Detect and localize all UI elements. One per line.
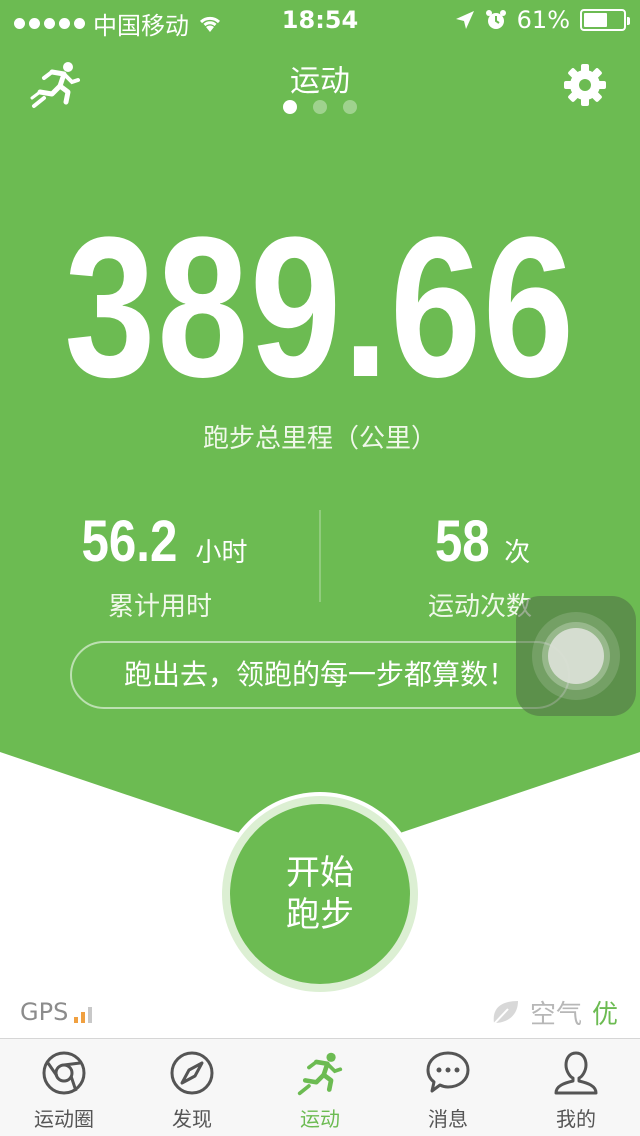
air-label: 空气 <box>529 1000 582 1030</box>
stat-sessions-value: 58 <box>434 509 490 574</box>
person-icon <box>554 1051 598 1095</box>
battery-percent: 61% <box>516 6 570 34</box>
tab-sport[interactable]: 运动 <box>256 1039 384 1136</box>
circle-lens-icon <box>42 1051 86 1095</box>
tab-messages[interactable]: 消息 <box>384 1039 512 1136</box>
tab-discover[interactable]: 发现 <box>128 1039 256 1136</box>
tab-profile[interactable]: 我的 <box>512 1039 640 1136</box>
status-bar: 中国移动 18:54 61% <box>0 0 640 40</box>
tab-bar: 运动圈 发现 运动 消息 我的 <box>0 1038 640 1136</box>
stat-duration-value: 56.2 <box>81 509 177 574</box>
page-dot[interactable] <box>313 100 327 114</box>
runner-icon <box>297 1052 343 1096</box>
page-dot[interactable] <box>343 100 357 114</box>
chat-bubble-icon <box>426 1051 470 1093</box>
total-distance-value: 389.66 <box>64 196 576 419</box>
start-button-line1: 开始 <box>286 853 354 893</box>
gps-label: GPS <box>20 998 69 1026</box>
stat-duration: 56.2 小时 累计用时 <box>0 512 320 623</box>
start-running-button[interactable]: 开始 跑步 <box>230 804 410 984</box>
compass-icon <box>170 1051 214 1095</box>
location-arrow-icon <box>455 11 474 29</box>
tab-label: 运动圈 <box>34 1107 94 1131</box>
assistive-touch-button[interactable] <box>516 596 636 716</box>
stat-sessions-unit: 次 <box>504 538 531 568</box>
gps-signal-icon <box>74 1005 93 1023</box>
nav-bar: 运动 <box>0 44 640 134</box>
tab-label: 运动 <box>300 1107 340 1131</box>
battery-level-fill <box>584 13 608 27</box>
start-button-frame: 开始 跑步 <box>218 792 422 996</box>
tab-label: 消息 <box>428 1107 468 1131</box>
air-quality-value: 优 <box>591 1000 618 1030</box>
gear-icon[interactable] <box>564 64 606 106</box>
status-right: 61% <box>455 6 630 34</box>
total-distance-label: 跑步总里程（公里） <box>202 424 437 454</box>
air-quality: 空气 优 <box>490 994 618 1031</box>
tab-label: 我的 <box>556 1107 596 1131</box>
leaf-icon <box>491 1000 518 1027</box>
alarm-clock-icon <box>485 10 506 29</box>
start-button-ring: 开始 跑步 <box>222 796 418 992</box>
gps-status: GPS <box>20 998 93 1026</box>
stat-duration-unit: 小时 <box>195 538 248 568</box>
slogan-banner[interactable]: 跑出去，领跑的每一步都算数！ <box>70 641 570 709</box>
battery-icon <box>580 9 630 31</box>
tab-circle[interactable]: 运动圈 <box>0 1039 128 1136</box>
tab-label: 发现 <box>172 1107 212 1131</box>
start-button-line2: 跑步 <box>286 895 354 935</box>
page-title: 运动 <box>290 64 350 99</box>
stat-duration-label: 累计用时 <box>107 592 212 622</box>
page-indicator[interactable] <box>0 100 640 114</box>
page-dot[interactable] <box>283 100 297 114</box>
